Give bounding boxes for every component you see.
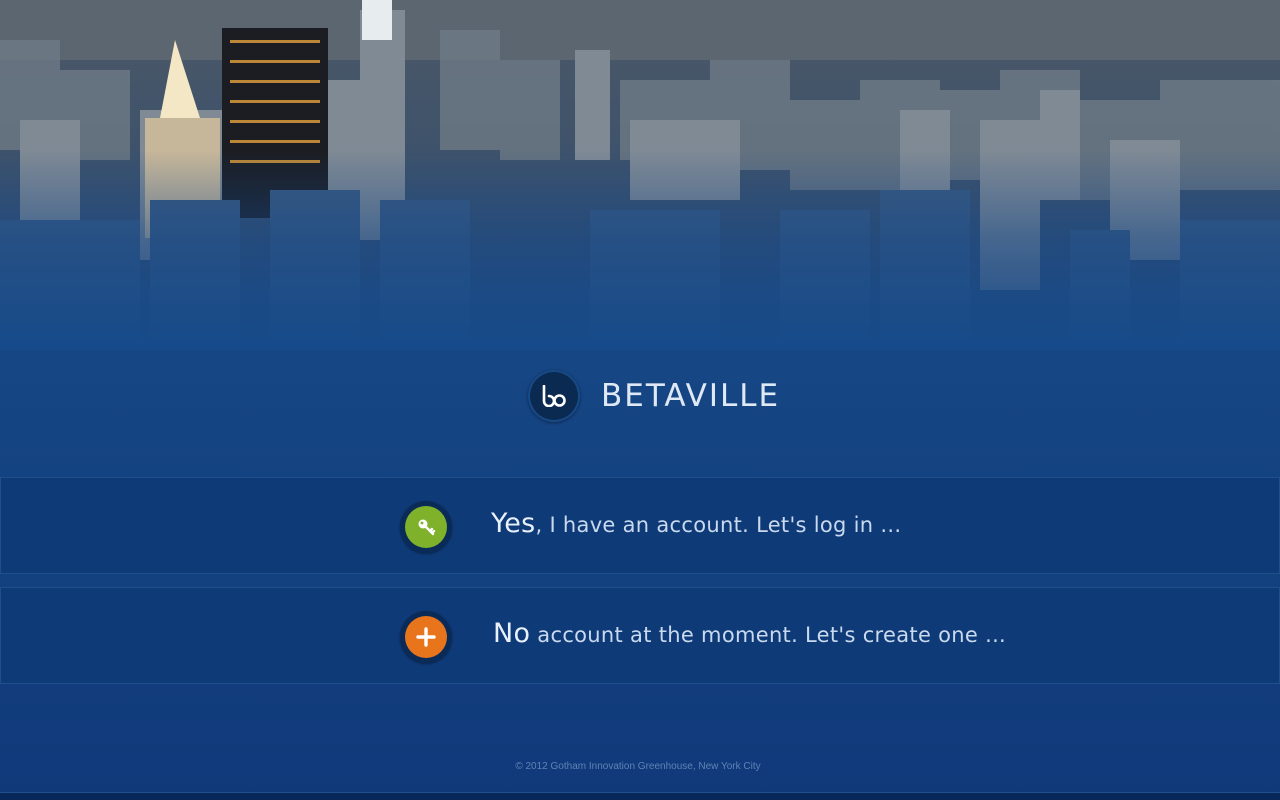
bo-logo-icon — [542, 385, 566, 407]
plus-icon — [405, 616, 447, 658]
create-option-text: No account at the moment. Let's create o… — [493, 618, 1006, 649]
bottom-bar — [0, 792, 1280, 800]
login-option-lead: Yes — [491, 508, 536, 539]
create-option-rest: account at the moment. Let's create one … — [530, 623, 1007, 647]
login-option-rest: , I have an account. Let's log in ... — [535, 513, 902, 537]
copyright-text: © 2012 Gotham Innovation Greenhouse, New… — [515, 761, 761, 772]
key-icon — [405, 506, 447, 548]
login-option-button[interactable]: Yes, I have an account. Let's log in ... — [0, 477, 1280, 574]
brand-name: BETAVILLE — [601, 378, 781, 414]
login-option-text: Yes, I have an account. Let's log in ... — [491, 508, 901, 539]
create-option-lead: No — [493, 618, 531, 649]
footer: © 2012 Gotham Innovation Greenhouse, New… — [0, 761, 1280, 772]
brand-logo — [528, 370, 580, 422]
create-icon-badge — [400, 611, 452, 663]
landing-page: BETAVILLE Yes, I have an account. Let's … — [0, 0, 1280, 800]
brand: BETAVILLE — [528, 369, 780, 423]
city-fade-overlay — [0, 150, 1280, 350]
create-account-option-button[interactable]: No account at the moment. Let's create o… — [0, 587, 1280, 684]
login-icon-badge — [400, 501, 452, 553]
